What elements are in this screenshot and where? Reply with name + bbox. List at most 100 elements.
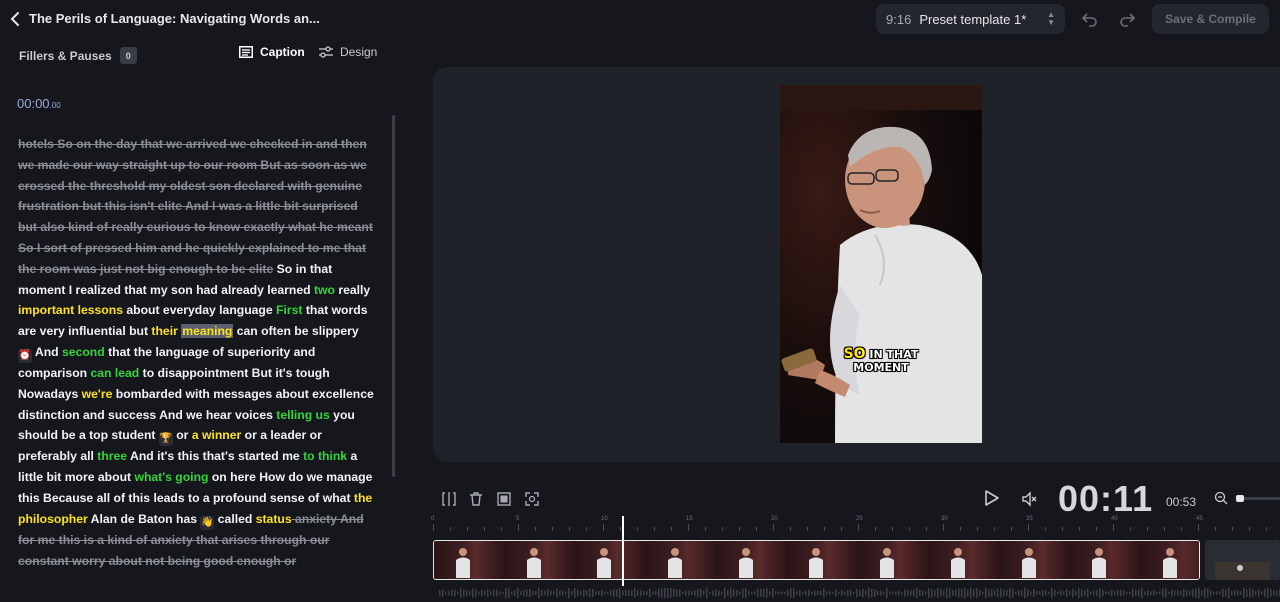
transcript-word-run[interactable]: First — [276, 303, 302, 317]
fit-frame-icon[interactable] — [523, 490, 541, 508]
next-clip-thumbnail[interactable] — [1205, 540, 1280, 580]
transcript-word-run[interactable]: three — [97, 449, 127, 463]
transcript-word-run[interactable]: important lessons — [18, 303, 123, 317]
save-compile-button[interactable]: Save & Compile — [1152, 4, 1269, 34]
back-arrow-icon[interactable] — [8, 10, 22, 28]
waveform-bar — [1216, 591, 1218, 595]
aspect-ratio-label: 9:16 — [886, 11, 912, 27]
waveform-bar — [1063, 591, 1065, 595]
transcript-word-run[interactable]: really — [335, 283, 370, 297]
waveform-bar — [1168, 591, 1170, 595]
waveform-bar — [643, 590, 645, 596]
zoom-slider-handle[interactable] — [1236, 495, 1244, 502]
transcript-word-run[interactable]: telling us — [276, 408, 330, 422]
waveform-bar — [1078, 587, 1080, 599]
transcript-word-run[interactable]: status — [256, 512, 292, 526]
waveform-bar — [853, 591, 855, 595]
transcript-word-run[interactable]: And — [32, 345, 62, 359]
ruler-tick — [586, 527, 587, 531]
emoji-marker[interactable]: 🏆 — [158, 432, 173, 447]
play-icon[interactable] — [984, 489, 1000, 507]
ruler-tick — [892, 527, 893, 531]
emoji-marker[interactable]: 👋 — [200, 515, 215, 530]
tab-design-label: Design — [340, 45, 378, 59]
tab-design[interactable]: Design — [319, 45, 377, 59]
video-frame[interactable] — [780, 85, 982, 443]
transcript-word-run[interactable]: two — [314, 283, 335, 297]
transcript-word-run[interactable]: Alan de Baton has — [88, 512, 201, 526]
waveform-bar — [667, 587, 669, 599]
transcript-word-run[interactable]: or — [173, 428, 192, 442]
waveform-bar — [997, 588, 999, 598]
waveform-bar — [499, 591, 501, 595]
waveform-bar — [1084, 590, 1086, 596]
waveform-bar — [1261, 591, 1263, 595]
waveform-bar — [463, 589, 465, 597]
frame-speaker-image — [1162, 548, 1177, 578]
waveform-bar — [679, 589, 681, 597]
waveform-bar — [784, 591, 786, 595]
transcript-word-run[interactable]: can often be slippery — [233, 324, 359, 338]
transcript-word-run[interactable]: can lead — [90, 366, 139, 380]
waveform-bar — [1141, 587, 1143, 599]
waveform-bar — [838, 591, 840, 595]
transcript-word-run[interactable]: to think — [303, 449, 347, 463]
frame-speaker-image — [809, 548, 824, 578]
frame-speaker-image — [1021, 548, 1036, 578]
transcript-editor[interactable]: hotels So on the day that we arrived we … — [18, 134, 376, 571]
waveform-bar — [508, 587, 510, 599]
transcript-word-run[interactable]: about everyday language — [123, 303, 276, 317]
transcript-word-run[interactable]: what's going — [134, 470, 208, 484]
waveform-bar — [901, 591, 903, 595]
waveform-bar — [844, 591, 846, 595]
zoom-out-icon[interactable] — [1214, 491, 1228, 505]
video-track-clip[interactable] — [433, 540, 1200, 580]
waveform-bar — [823, 588, 825, 598]
waveform-bar — [616, 589, 618, 597]
transcript-word-run[interactable]: a winner — [192, 428, 241, 442]
transcript-scrollbar[interactable] — [392, 115, 395, 477]
waveform-bar — [724, 587, 726, 599]
tab-caption[interactable]: Caption — [239, 45, 305, 59]
caption-icon — [239, 46, 253, 58]
emoji-marker[interactable]: ⏰ — [18, 348, 32, 363]
waveform-bar — [1096, 590, 1098, 596]
caption-line-1: SO IN THAT — [832, 346, 930, 362]
trash-icon[interactable] — [467, 490, 485, 508]
crop-icon[interactable] — [495, 490, 513, 508]
waveform-bar — [466, 590, 468, 596]
undo-icon[interactable] — [1080, 9, 1100, 29]
preset-template-select[interactable]: 9:16 Preset template 1* ▲ ▼ — [876, 4, 1065, 34]
transcript-word-run[interactable]: their — [151, 324, 177, 338]
transcript-word-run[interactable]: hotels So on the day that we arrived we … — [18, 137, 373, 276]
waveform-bar — [1150, 590, 1152, 596]
waveform-bar — [1060, 590, 1062, 596]
waveform-bar — [748, 590, 750, 596]
mute-icon[interactable] — [1021, 490, 1039, 508]
transcript-word-run[interactable]: we're — [82, 387, 113, 401]
project-title: The Perils of Language: Navigating Words… — [29, 11, 320, 26]
waveform-bar — [1237, 590, 1239, 596]
current-time: 00:11 — [1058, 478, 1154, 519]
ruler-tick — [484, 527, 485, 531]
waveform-bar — [1030, 591, 1032, 595]
waveform-bar — [1129, 591, 1131, 595]
waveform-bar — [556, 588, 558, 598]
transcript-word-run[interactable]: meaning — [181, 324, 234, 339]
transcript-word-run[interactable]: called — [214, 512, 255, 526]
playhead[interactable] — [622, 516, 624, 586]
waveform-bar — [703, 590, 705, 596]
caption-emphasis-word: SO — [843, 346, 866, 362]
waveform-bar — [622, 590, 624, 596]
filmstrip-frame — [504, 541, 576, 579]
ruler-tick — [467, 527, 468, 531]
timeline-ruler[interactable]: 05101520253035404550 — [431, 516, 1280, 538]
fillers-pauses-toggle[interactable]: Fillers & Pauses 0 — [19, 47, 137, 64]
transcript-word-run[interactable]: And it's this that's started me — [127, 449, 303, 463]
ruler-tick — [1079, 527, 1080, 531]
waveform-bar — [478, 591, 480, 595]
redo-icon[interactable] — [1117, 9, 1137, 29]
split-icon[interactable] — [440, 490, 458, 508]
transcript-word-run[interactable]: second — [62, 345, 105, 359]
waveform-bar — [745, 587, 747, 599]
